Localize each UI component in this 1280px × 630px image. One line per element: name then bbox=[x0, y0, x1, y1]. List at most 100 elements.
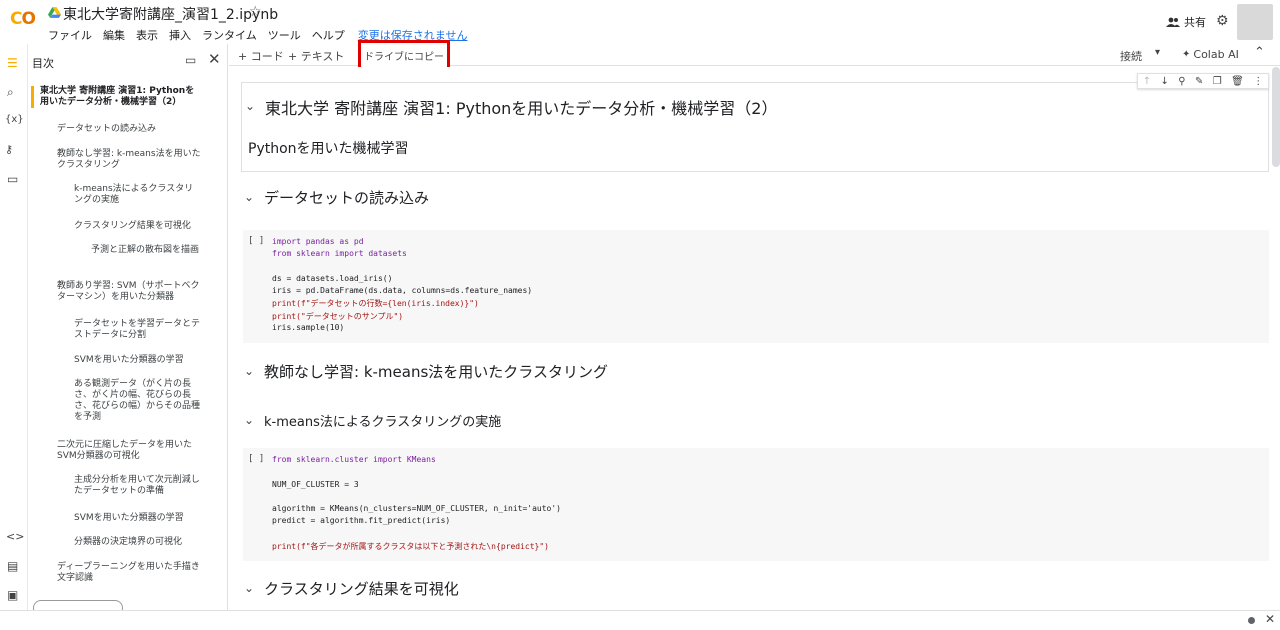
menu-view[interactable]: 表示 bbox=[136, 27, 158, 43]
notebook-area: ⌄ 東北大学 寄附講座 演習1: Pythonを用いたデータ分析・機械学習（2）… bbox=[229, 67, 1280, 610]
menu-file[interactable]: ファイル bbox=[48, 27, 92, 43]
toc-item-scatter[interactable]: 予測と正解の散布図を描画 bbox=[91, 245, 203, 256]
edit-icon[interactable]: ✎ bbox=[1195, 76, 1203, 87]
chevron-down-icon[interactable]: ⌄ bbox=[244, 364, 254, 378]
code-line: from sklearn import datasets bbox=[272, 249, 407, 259]
share-button[interactable]: 共有 bbox=[1166, 14, 1206, 30]
more-vert-icon[interactable]: ⋮ bbox=[1253, 76, 1263, 87]
run-cell-button[interactable]: [ ] bbox=[248, 454, 264, 464]
code-editor[interactable]: import pandas as pd from sklearn import … bbox=[272, 237, 532, 335]
heading-kmeans-text: k-means法によるクラスタリングの実施 bbox=[264, 415, 502, 430]
toc-icon[interactable]: ☰ bbox=[7, 56, 18, 70]
code-line: print(f"各データが所属するクラスタは以下と予測された\n{predict… bbox=[272, 542, 549, 552]
close-icon[interactable]: ✕ bbox=[208, 50, 221, 68]
toc-item-supervised[interactable]: 教師あり学習: SVM（サポートベクターマシン）を用いた分類器 bbox=[57, 281, 202, 303]
notebook-subtitle: Pythonを用いた機械学習 bbox=[248, 141, 409, 157]
section-heading-visualize: ⌄ クラスタリング結果を可視化 bbox=[244, 578, 1244, 599]
toc-item-svm-2d[interactable]: 二次元に圧縮したデータを用いたSVM分類器の可視化 bbox=[57, 440, 202, 462]
heading-unsupervised-text: 教師なし学習: k-means法を用いたクラスタリング bbox=[264, 363, 608, 381]
toc-item-title[interactable]: 東北大学 寄附講座 演習1: Pythonを用いたデータ分析・機械学習（2） bbox=[31, 86, 203, 108]
toc-item-kmeans[interactable]: k-means法によるクラスタリングの実施 bbox=[74, 184, 200, 206]
share-label: 共有 bbox=[1184, 16, 1206, 29]
section-heading-dataset: ⌄ データセットの読み込み bbox=[244, 187, 1244, 208]
connect-button[interactable]: 接続 bbox=[1120, 48, 1142, 64]
add-text-button[interactable]: + テキスト bbox=[288, 48, 344, 64]
menu-tools[interactable]: ツール bbox=[268, 27, 301, 43]
cell-toolbar: ↑ ↓ ⚲ ✎ ❐ 🗑 ⋮ bbox=[1137, 73, 1269, 89]
toc-item-pca[interactable]: 主成分分析を用いて次元削減したデータセットの準備 bbox=[74, 475, 200, 497]
status-indicator-icon[interactable] bbox=[1248, 617, 1255, 624]
close-icon[interactable]: ✕ bbox=[1265, 612, 1275, 626]
notebook-filename[interactable]: 東北大学寄附講座_演習1_2.ipynb bbox=[63, 4, 278, 24]
colab-ai-label: Colab AI bbox=[1193, 48, 1239, 61]
code-line: predict = algorithm.fit_predict(iris) bbox=[272, 516, 451, 526]
colab-ai-button[interactable]: ✦ Colab AI bbox=[1182, 48, 1239, 61]
terminal-icon[interactable]: ▣ bbox=[7, 588, 18, 602]
notebook-title: 東北大学 寄附講座 演習1: Pythonを用いたデータ分析・機械学習（2） bbox=[265, 99, 778, 118]
move-down-icon[interactable]: ↓ bbox=[1160, 76, 1168, 87]
notebook-title-heading: ⌄ 東北大学 寄附講座 演習1: Pythonを用いたデータ分析・機械学習（2） bbox=[245, 95, 1245, 119]
code-cell-load-dataset[interactable]: [ ] import pandas as pd from sklearn imp… bbox=[243, 230, 1269, 343]
table-of-contents-panel: 目次 ▭ ✕ 東北大学 寄附講座 演習1: Pythonを用いたデータ分析・機械… bbox=[28, 44, 228, 610]
top-bar: CO 東北大学寄附講座_演習1_2.ipynb ☆ ファイル 編集 表示 挿入 … bbox=[0, 0, 1280, 44]
menu-help[interactable]: ヘルプ bbox=[312, 27, 345, 43]
connect-dropdown-icon[interactable]: ▾ bbox=[1155, 47, 1160, 58]
code-line: from sklearn.cluster import KMeans bbox=[272, 455, 436, 464]
section-heading-unsupervised: ⌄ 教師なし学習: k-means法を用いたクラスタリング bbox=[244, 361, 1244, 382]
key-icon[interactable]: ⚷ bbox=[5, 143, 13, 156]
toc-item-svm-train-2[interactable]: SVMを用いた分類器の学習 bbox=[74, 513, 224, 524]
chevron-down-icon[interactable]: ⌄ bbox=[245, 99, 255, 113]
variables-icon[interactable]: {x} bbox=[5, 114, 24, 125]
folder-icon[interactable]: ▭ bbox=[7, 172, 18, 186]
toc-item-dataset[interactable]: データセットの読み込み bbox=[57, 124, 207, 135]
chevron-down-icon[interactable]: ⌄ bbox=[244, 413, 254, 427]
section-heading-kmeans: ⌄ k-means法によるクラスタリングの実施 bbox=[244, 411, 1244, 430]
code-line: print(f"データセットの行数={len(iris.index)}") bbox=[272, 299, 479, 309]
code-cell-kmeans[interactable]: [ ] from sklearn.cluster import KMeans N… bbox=[243, 448, 1269, 561]
heading-dataset-text: データセットの読み込み bbox=[264, 189, 430, 207]
code-line: iris = pd.DataFrame(ds.data, columns=ds.… bbox=[272, 286, 533, 296]
mirror-cell-icon[interactable]: ❐ bbox=[1213, 76, 1222, 87]
add-code-button[interactable]: + コード bbox=[238, 48, 284, 64]
code-line: iris.sample(10) bbox=[272, 323, 345, 333]
notebook-toolbar: + コード + テキスト ドライブにコピー 接続 ▾ ✦ Colab AI ⌃ bbox=[229, 40, 1280, 71]
toc-item-predict[interactable]: ある観測データ（がく片の長さ、がく片の幅、花びらの長さ、花びらの幅）からその品種… bbox=[74, 379, 200, 423]
gear-icon[interactable]: ⚙ bbox=[1216, 13, 1229, 29]
toc-item-split[interactable]: データセットを学習データとテストデータに分割 bbox=[74, 319, 200, 341]
menu-edit[interactable]: 編集 bbox=[103, 27, 125, 43]
colab-logo[interactable]: CO bbox=[10, 9, 36, 29]
toc-item-deep-learning[interactable]: ディープラーニングを用いた手描き文字認識 bbox=[57, 562, 202, 584]
toc-item-decision-boundary[interactable]: 分類器の決定境界の可視化 bbox=[74, 537, 224, 548]
toc-item-svm-train[interactable]: SVMを用いた分類器の学習 bbox=[74, 355, 224, 366]
menu-runtime[interactable]: ランタイム bbox=[202, 27, 257, 43]
link-icon[interactable]: ⚲ bbox=[1178, 76, 1185, 87]
search-icon[interactable]: ⌕ bbox=[7, 85, 14, 100]
section-button[interactable] bbox=[33, 600, 123, 610]
menu-insert[interactable]: 挿入 bbox=[169, 27, 191, 43]
code-line: ds = datasets.load_iris() bbox=[272, 273, 393, 283]
code-line: NUM_OF_CLUSTER = 3 bbox=[272, 479, 359, 489]
toc-item-unsupervised[interactable]: 教師なし学習: k-means法を用いたクラスタリング bbox=[57, 149, 202, 171]
scrollbar[interactable] bbox=[1272, 67, 1280, 167]
heading-visualize-text: クラスタリング結果を可視化 bbox=[264, 580, 459, 598]
avatar[interactable] bbox=[1237, 4, 1273, 40]
move-up-icon[interactable]: ↑ bbox=[1143, 76, 1151, 87]
code-line: print("データセットのサンプル") bbox=[272, 311, 404, 321]
delete-icon[interactable]: 🗑 bbox=[1231, 76, 1244, 87]
star-icon[interactable]: ☆ bbox=[249, 4, 262, 20]
chevron-up-icon[interactable]: ⌃ bbox=[1254, 45, 1265, 60]
open-in-window-icon[interactable]: ▭ bbox=[185, 53, 196, 67]
title-text-cell[interactable]: ⌄ 東北大学 寄附講座 演習1: Pythonを用いたデータ分析・機械学習（2）… bbox=[241, 82, 1269, 172]
copy-to-drive-label: ドライブにコピー bbox=[364, 52, 444, 63]
chevron-down-icon[interactable]: ⌄ bbox=[244, 581, 254, 595]
command-palette-icon[interactable]: ▤ bbox=[7, 559, 18, 573]
chevron-down-icon[interactable]: ⌄ bbox=[244, 190, 254, 204]
code-editor[interactable]: from sklearn.cluster import KMeans NUM_O… bbox=[272, 455, 561, 553]
toc-item-visualize[interactable]: クラスタリング結果を可視化 bbox=[74, 221, 224, 232]
code-snippets-icon[interactable]: <> bbox=[6, 530, 24, 543]
left-rail: ☰ ⌕ {x} ⚷ ▭ <> ▤ ▣ bbox=[0, 44, 28, 610]
run-cell-button[interactable]: [ ] bbox=[248, 236, 264, 246]
